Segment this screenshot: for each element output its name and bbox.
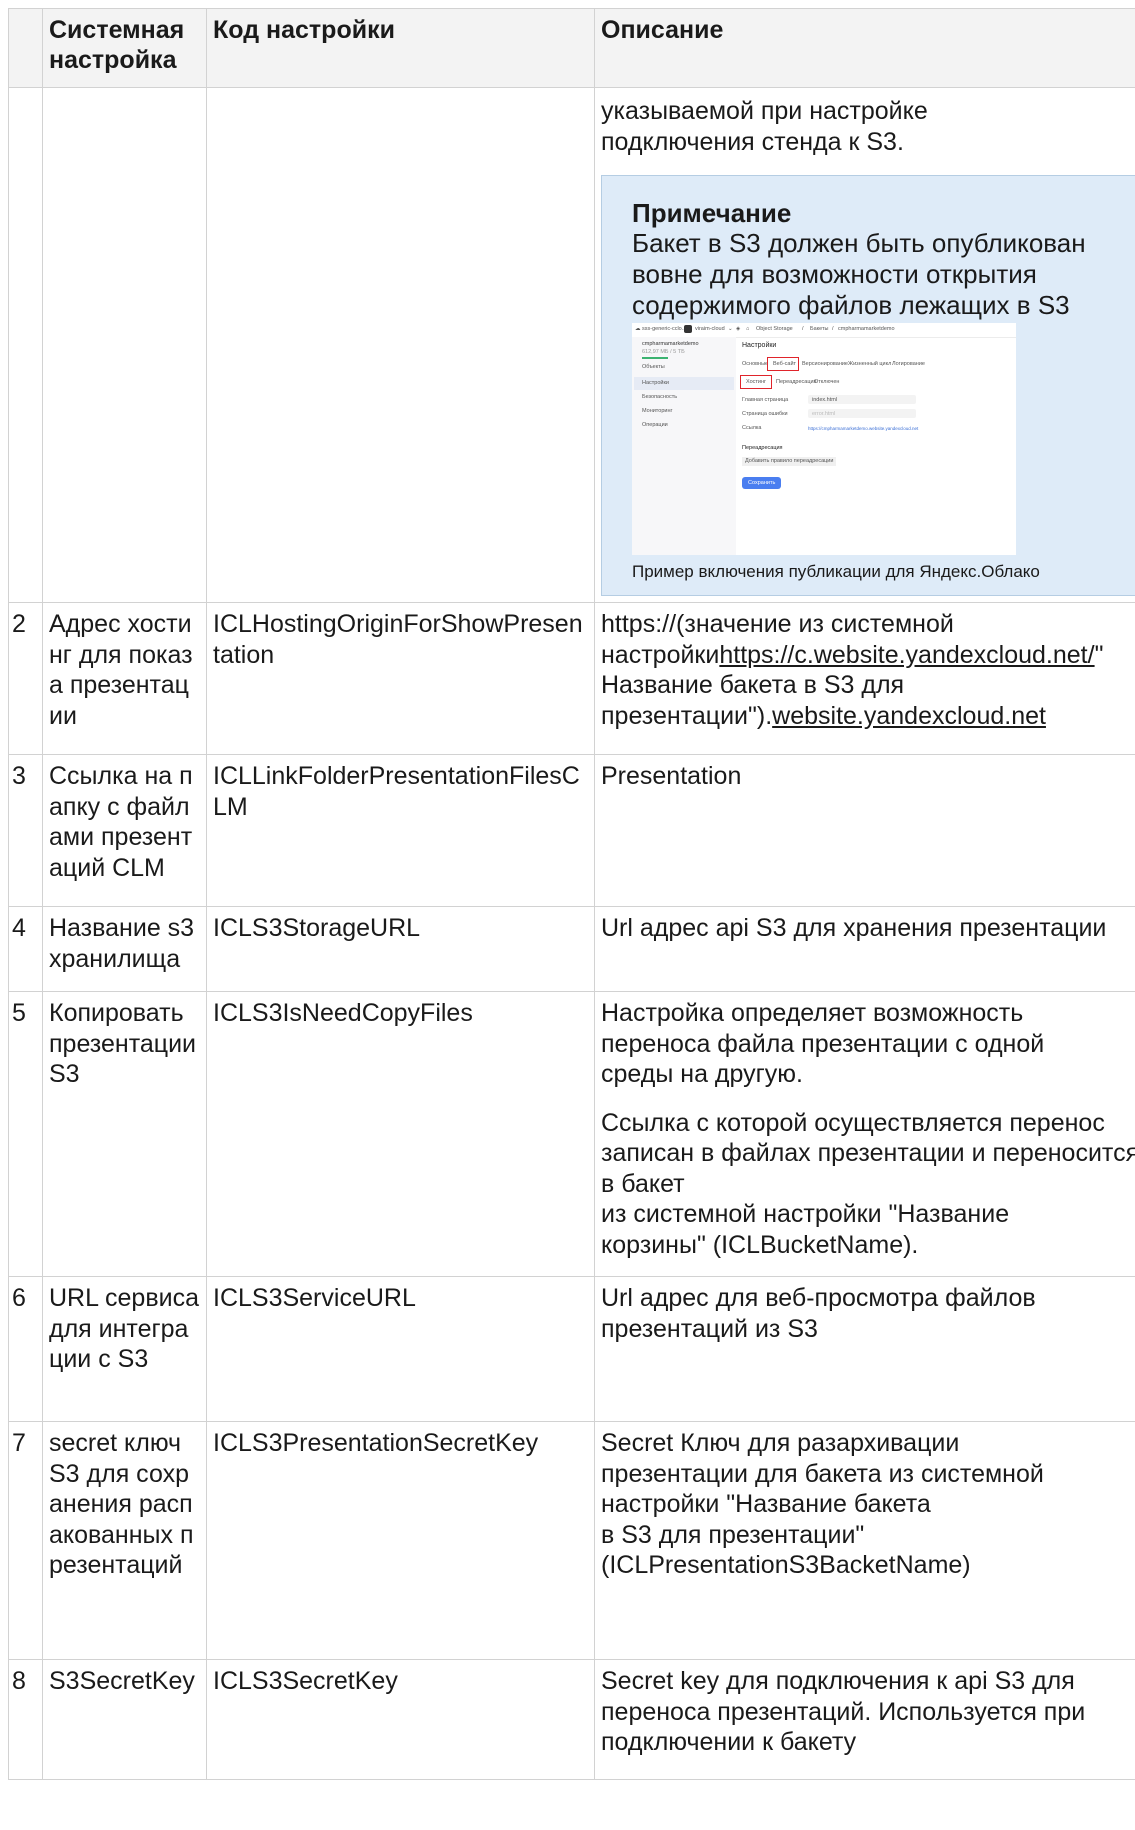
table-row: 6 URL сервиса для интеграции с S3 ICLS3S… [8,1276,1135,1422]
setting-code: ICLS3StorageURL [213,914,421,942]
tab-logging: Логирование [892,361,925,367]
table-row: 7 secret ключ S3 для сохранения распаков… [8,1421,1135,1660]
setting-name: S3SecretKey [49,1667,195,1695]
document-page: Системная настройка Код настройки Описан… [8,8,1135,1830]
crumb-bucket: cmpharmamarketdemo [838,326,895,332]
bucket-name: cmpharmamarketdemo [642,341,699,347]
setting-code: ICLS3IsNeedCopyFiles [213,999,473,1027]
setting-code: ICLS3PresentationSecretKey [213,1429,539,1457]
screenshot-sidebar: cmpharmamarketdemo 612,97 МБ / 5 ТБ Объе… [632,337,736,555]
sidebar-item-security: Безопасность [642,394,678,400]
setting-description: Presentation [601,762,742,790]
setting-name: Ссылка на папку с файлами презентаций CL… [49,762,193,882]
setting-description: Настройка определяет возможность перенос… [601,999,1135,1259]
redirect-heading: Переадресация [742,445,783,451]
subtab-hosting-highlight [740,375,772,389]
setting-description: Secret key для подключения к api S3 для … [601,1667,1086,1756]
setting-code: ICLHostingOriginForShowPresentation [213,610,583,669]
row-number: 3 [12,762,26,790]
setting-description: Url адрес api S3 для хранения презентаци… [601,914,1107,942]
table-header-row: Системная настройка Код настройки Описан… [8,8,1135,88]
sidebar-item-settings: Настройки [642,380,669,386]
setting-name: Адрес хостинг для показа презентации [49,610,193,730]
setting-name: Копировать презентации S3 [49,999,197,1088]
row-number: 8 [12,1667,26,1695]
setting-description: Secret Ключ для разархивации презентации… [601,1429,1044,1579]
screenshot-main: Настройки Основные Веб-сайт Версионирова… [736,337,1016,555]
header-number [8,8,43,88]
setting-code: ICLLinkFolderPresentationFilesCLM [213,762,580,821]
crumb-separator: / [832,326,834,332]
table-row: 3 Ссылка на папку с файлами презентаций … [8,754,1135,907]
cloud-label: viraim-cloud [695,326,725,332]
field-label-index: Главная страница [742,397,789,403]
sidebar-item-operations: Операции [642,422,668,428]
table-row: 5 Копировать презентации S3 ICLS3IsNeedC… [8,991,1135,1277]
header-setting-name: Системная настройка [42,8,207,88]
setting-code: ICLS3SecretKey [213,1667,398,1695]
table-row: 8 S3SecretKey ICLS3SecretKey Secret key … [8,1659,1135,1780]
crumb-object-storage: Object Storage [756,326,793,332]
tab-general: Основные [742,361,769,367]
note-panel: Примечание Бакет в S3 должен быть опубли… [601,175,1135,596]
note-title: Примечание [632,198,792,228]
home-icon: ⌂ [746,326,750,332]
settings-heading: Настройки [742,342,777,349]
bucket-icon: ◈ [736,326,741,332]
chevron-down-icon: ⌄ [728,326,733,332]
cloud-logo-icon [684,325,692,333]
setting-description: Url адрес для веб-просмотра файлов презе… [601,1284,1036,1343]
table-row: 4 Название s3 хранилища ICLS3StorageURL … [8,906,1135,992]
screenshot-topbar: ☁ sss-generic-cclo... viraim-cloud ⌄ ◈ ⌂… [632,323,1016,338]
row-number: 6 [12,1284,26,1312]
description-text: указываемой при настройке подключения ст… [601,97,928,156]
tab-website-highlight [767,357,799,371]
row-number: 5 [12,999,26,1027]
field-label-link: Ссылка [742,425,762,431]
save-button: Сохранить [742,477,782,489]
row-number: 7 [12,1429,26,1457]
header-setting-code: Код настройки [206,8,595,88]
table-row: 2 Адрес хостинг для показа презентации I… [8,602,1135,755]
field-label-error: Страница ошибки [742,411,788,417]
yandex-cloud-screenshot: ☁ sss-generic-cclo... viraim-cloud ⌄ ◈ ⌂… [632,323,1016,555]
header-description: Описание [594,8,1135,88]
usage-bar [642,357,668,359]
crumb-buckets: Бакеты [810,326,829,332]
setting-name: URL сервиса для интеграции с S3 [49,1284,199,1373]
site-link: https://cmpharmamarketdemo.website.yande… [808,426,919,431]
website-link[interactable]: website.yandexcloud.net [772,702,1046,730]
example-link[interactable]: https://c.website.yandexcloud.net/ [719,641,1094,669]
settings-table: Системная настройка Код настройки Описан… [8,8,1135,1780]
folder-label: sss-generic-cclo... [642,326,687,332]
table-row-continuation: указываемой при настройке подключения ст… [8,87,1135,603]
tab-versioning: Версионирование [802,361,848,367]
row-number: 4 [12,914,26,942]
error-value: error.html [812,411,836,417]
bucket-size: 612,97 МБ / 5 ТБ [642,349,685,355]
setting-code: ICLS3ServiceURL [213,1284,416,1312]
subtab-redirect: Переадресация [776,379,817,385]
screenshot-caption: Пример включения публикации для Яндекс.О… [632,562,1040,581]
subtab-disabled: Отключен [814,379,840,385]
note-body: Бакет в S3 должен быть опубликован вовне… [632,228,1086,320]
sidebar-item-objects: Объекты [642,364,665,370]
setting-description: https://(значение из системной настройки… [601,610,1104,730]
row-number: 2 [12,610,26,638]
crumb-separator: / [802,326,804,332]
setting-name: secret ключ S3 для сохранения распакован… [49,1429,194,1579]
setting-name: Название s3 хранилища [49,914,195,973]
sidebar-item-monitoring: Мониторинг [642,408,673,414]
add-redirect-rule: Добавить правило переадресации [742,457,837,466]
tab-lifecycle: Жизненный цикл [848,361,892,367]
cloud-icon: ☁ [635,326,641,332]
index-value: index.html [812,397,838,403]
